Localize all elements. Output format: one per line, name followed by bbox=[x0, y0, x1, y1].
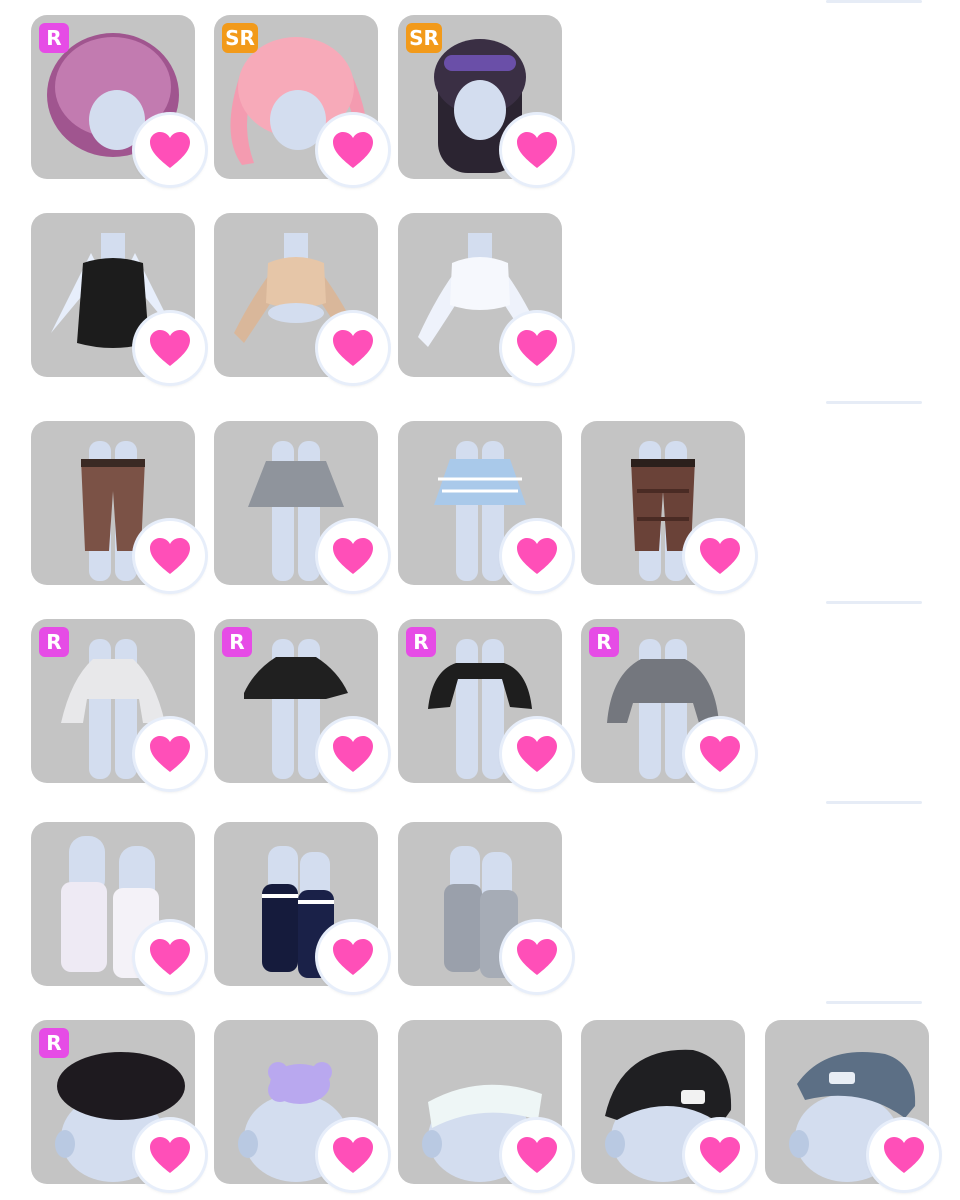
rarity-badge: R bbox=[39, 627, 69, 657]
rarity-badge: R bbox=[39, 1028, 69, 1058]
heart-icon bbox=[517, 330, 557, 366]
favorite-button[interactable] bbox=[318, 521, 388, 591]
favorite-button[interactable] bbox=[869, 1120, 939, 1190]
row-divider bbox=[826, 0, 922, 3]
favorite-button[interactable] bbox=[318, 719, 388, 789]
favorite-button[interactable] bbox=[135, 922, 205, 992]
heart-icon bbox=[150, 736, 190, 772]
rarity-badge: SR bbox=[222, 23, 258, 53]
item-card-hair[interactable]: SR bbox=[398, 15, 572, 185]
heart-icon bbox=[884, 1137, 924, 1173]
rarity-badge: R bbox=[589, 627, 619, 657]
rarity-badge: R bbox=[39, 23, 69, 53]
item-card-headwear[interactable] bbox=[214, 1020, 388, 1190]
heart-icon bbox=[333, 330, 373, 366]
heart-icon bbox=[517, 736, 557, 772]
favorite-button[interactable] bbox=[685, 1120, 755, 1190]
item-card-outerwear[interactable]: R bbox=[31, 619, 205, 789]
heart-icon bbox=[150, 538, 190, 574]
item-card-headwear[interactable] bbox=[581, 1020, 755, 1190]
item-card-bottoms[interactable] bbox=[31, 421, 205, 591]
heart-icon bbox=[700, 736, 740, 772]
row-divider bbox=[826, 401, 922, 404]
heart-icon bbox=[150, 1137, 190, 1173]
heart-icon bbox=[150, 939, 190, 975]
item-card-hair[interactable]: R bbox=[31, 15, 205, 185]
heart-icon bbox=[517, 132, 557, 168]
item-card-headwear[interactable]: R bbox=[31, 1020, 205, 1190]
heart-icon bbox=[700, 538, 740, 574]
item-card-headwear[interactable] bbox=[398, 1020, 572, 1190]
item-card-tops[interactable] bbox=[398, 213, 572, 383]
item-card-outerwear[interactable]: R bbox=[214, 619, 388, 789]
heart-icon bbox=[333, 132, 373, 168]
heart-icon bbox=[333, 736, 373, 772]
favorite-button[interactable] bbox=[318, 313, 388, 383]
item-card-tops[interactable] bbox=[31, 213, 205, 383]
favorite-button[interactable] bbox=[502, 115, 572, 185]
favorite-button[interactable] bbox=[135, 313, 205, 383]
rarity-badge: R bbox=[222, 627, 252, 657]
favorite-button[interactable] bbox=[135, 115, 205, 185]
heart-icon bbox=[700, 1137, 740, 1173]
favorite-button[interactable] bbox=[502, 719, 572, 789]
row-divider bbox=[826, 1001, 922, 1004]
favorite-button[interactable] bbox=[502, 313, 572, 383]
favorite-button[interactable] bbox=[318, 1120, 388, 1190]
favorite-button[interactable] bbox=[502, 1120, 572, 1190]
favorite-button[interactable] bbox=[318, 922, 388, 992]
favorite-button[interactable] bbox=[502, 922, 572, 992]
item-card-headwear[interactable] bbox=[765, 1020, 939, 1190]
item-card-socks[interactable] bbox=[398, 822, 572, 992]
rarity-badge: R bbox=[406, 627, 436, 657]
item-card-hair[interactable]: SR bbox=[214, 15, 388, 185]
heart-icon bbox=[333, 538, 373, 574]
item-card-outerwear[interactable]: R bbox=[398, 619, 572, 789]
row-divider bbox=[826, 801, 922, 804]
heart-icon bbox=[333, 939, 373, 975]
heart-icon bbox=[517, 1137, 557, 1173]
item-card-bottoms[interactable] bbox=[581, 421, 755, 591]
favorite-button[interactable] bbox=[318, 115, 388, 185]
item-card-tops[interactable] bbox=[214, 213, 388, 383]
row-divider bbox=[826, 601, 922, 604]
heart-icon bbox=[150, 330, 190, 366]
favorite-button[interactable] bbox=[685, 719, 755, 789]
favorite-button[interactable] bbox=[135, 521, 205, 591]
rarity-badge: SR bbox=[406, 23, 442, 53]
favorite-button[interactable] bbox=[685, 521, 755, 591]
item-card-bottoms[interactable] bbox=[214, 421, 388, 591]
heart-icon bbox=[150, 132, 190, 168]
favorite-button[interactable] bbox=[135, 1120, 205, 1190]
item-card-bottoms[interactable] bbox=[398, 421, 572, 591]
favorite-button[interactable] bbox=[135, 719, 205, 789]
favorite-button[interactable] bbox=[502, 521, 572, 591]
item-card-outerwear[interactable]: R bbox=[581, 619, 755, 789]
heart-icon bbox=[333, 1137, 373, 1173]
heart-icon bbox=[517, 538, 557, 574]
heart-icon bbox=[517, 939, 557, 975]
item-card-socks[interactable] bbox=[214, 822, 388, 992]
item-card-socks[interactable] bbox=[31, 822, 205, 992]
